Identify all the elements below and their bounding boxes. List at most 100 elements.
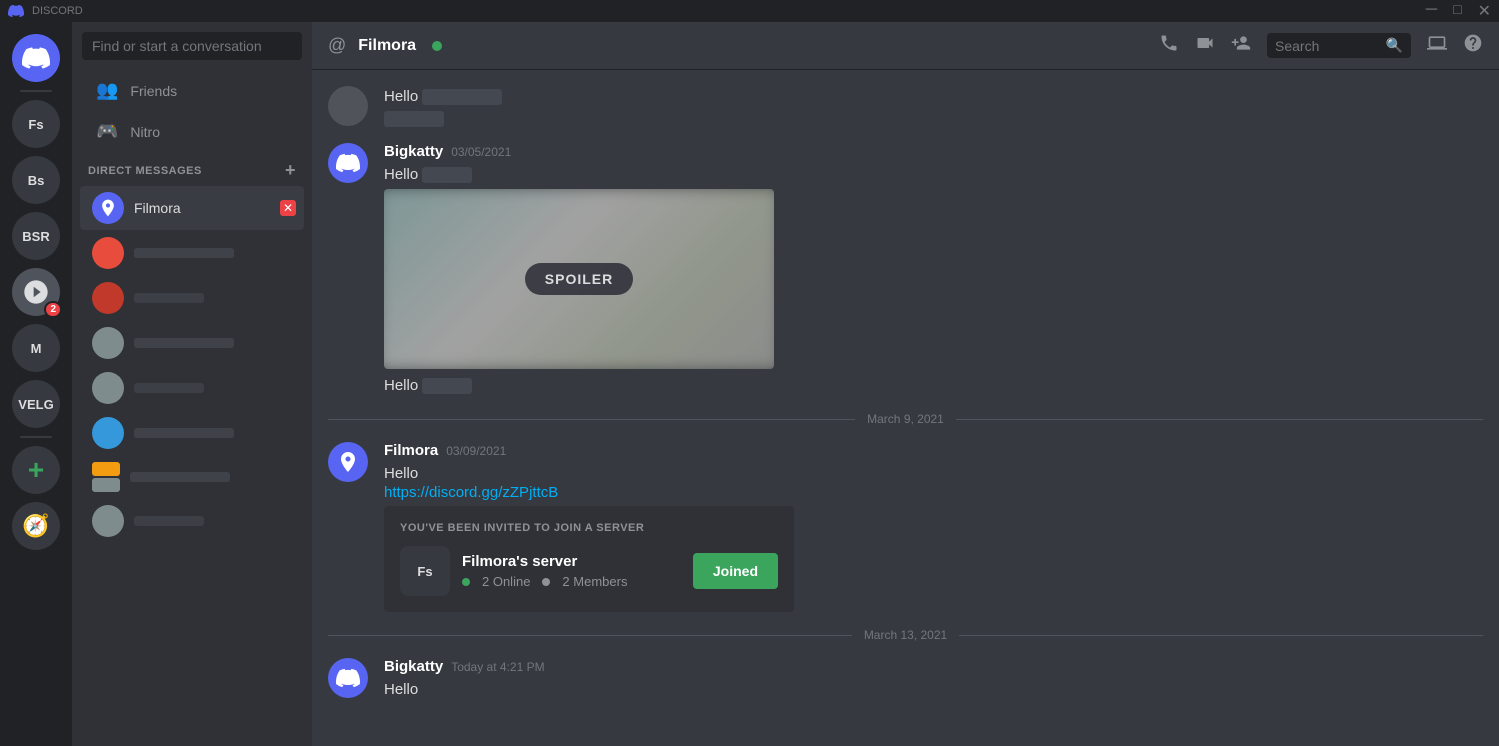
bigkatty-text-2: Hello bbox=[384, 679, 1483, 700]
bigkatty-text-1: Hello bbox=[384, 164, 1483, 185]
bigkatty-message-header-1: Bigkatty 03/05/2021 bbox=[384, 143, 1483, 160]
message-content-blurred: Hello bbox=[384, 86, 1483, 127]
server-divider bbox=[20, 90, 52, 92]
add-friend-icon[interactable] bbox=[1231, 33, 1251, 58]
bigkatty-avatar-1 bbox=[328, 143, 368, 183]
bigkatty-message-content-1: Bigkatty 03/05/2021 Hello SPOILER bbox=[384, 143, 1483, 396]
filmora-message-avatar bbox=[328, 442, 368, 482]
dm-name-blurred-2 bbox=[134, 248, 234, 258]
bigkatty-extra-text: Hello bbox=[384, 375, 1483, 396]
chat-search-input[interactable] bbox=[1275, 38, 1380, 54]
add-server-btn[interactable]: + bbox=[12, 446, 60, 494]
spoiler-reveal-btn[interactable]: SPOILER bbox=[525, 263, 633, 295]
friends-label: Friends bbox=[130, 83, 177, 99]
dm-item-6[interactable] bbox=[80, 411, 304, 455]
server-icon-bs[interactable]: Bs bbox=[12, 156, 60, 204]
member-indicator bbox=[542, 578, 550, 586]
title-bar: DISCORD ─ □ ✕ bbox=[0, 0, 1499, 22]
filmora-timestamp: 03/09/2021 bbox=[446, 444, 506, 458]
filmora-dm-name: Filmora bbox=[134, 200, 270, 216]
server-icon-server4[interactable]: 2 bbox=[12, 268, 60, 316]
online-status-dot bbox=[432, 41, 442, 51]
explore-servers-btn[interactable]: 🧭 bbox=[12, 502, 60, 550]
message-text-1: Hello bbox=[384, 86, 1483, 107]
filmora-author: Filmora bbox=[384, 442, 438, 459]
friends-nav-item[interactable]: 👥 Friends bbox=[80, 72, 304, 109]
dm-name-blurred-4 bbox=[134, 338, 234, 348]
dm-avatar-2 bbox=[92, 237, 124, 269]
discord-home-btn[interactable] bbox=[12, 34, 60, 82]
search-area bbox=[72, 22, 312, 70]
message-group-bigkatty-2: Bigkatty Today at 4:21 PM Hello bbox=[328, 658, 1483, 700]
maximize-btn[interactable]: □ bbox=[1453, 1, 1461, 21]
dm-name-blurred-5 bbox=[134, 383, 204, 393]
dm-item-4[interactable] bbox=[80, 321, 304, 365]
invite-card: YOU'VE BEEN INVITED TO JOIN A SERVER Fs … bbox=[384, 506, 794, 612]
filmora-message-content: Filmora 03/09/2021 Hello https://discord… bbox=[384, 442, 1483, 612]
dm-avatar-4 bbox=[92, 327, 124, 359]
avatar-blurred bbox=[328, 86, 368, 126]
server-divider-2 bbox=[20, 436, 52, 438]
server-icon-fs[interactable]: Fs bbox=[12, 100, 60, 148]
dm-name-blurred-7 bbox=[130, 472, 230, 482]
nitro-nav-item[interactable]: 🎮 Nitro bbox=[80, 113, 304, 150]
video-icon[interactable] bbox=[1195, 33, 1215, 58]
spoiler-image[interactable]: SPOILER bbox=[384, 189, 774, 369]
minimize-btn[interactable]: ─ bbox=[1426, 1, 1437, 21]
blurred-lines bbox=[384, 111, 1483, 127]
bigkatty-timestamp-1: 03/05/2021 bbox=[451, 145, 511, 159]
dm-item-2[interactable] bbox=[80, 231, 304, 275]
dm-avatar-3 bbox=[92, 282, 124, 314]
blurred-text-1 bbox=[422, 89, 502, 105]
blurred-extra bbox=[422, 378, 472, 394]
member-count: 2 Members bbox=[562, 574, 627, 589]
date-divider-march9: March 9, 2021 bbox=[328, 412, 1483, 426]
chat-area: @ Filmora 🔍 bbox=[312, 22, 1499, 746]
screen-share-icon[interactable] bbox=[1427, 33, 1447, 58]
bigkatty-avatar-2 bbox=[328, 658, 368, 698]
search-icon: 🔍 bbox=[1386, 37, 1403, 54]
search-box: 🔍 bbox=[1267, 33, 1411, 58]
app-title: DISCORD bbox=[32, 5, 83, 17]
chat-header: @ Filmora 🔍 bbox=[312, 22, 1499, 70]
phone-icon[interactable] bbox=[1159, 33, 1179, 58]
server-icon-m[interactable]: M bbox=[12, 324, 60, 372]
dm-avatar-6 bbox=[92, 417, 124, 449]
nitro-icon: 🎮 bbox=[96, 121, 118, 142]
window-controls: ─ □ ✕ bbox=[1426, 1, 1491, 21]
dm-name-blurred-3 bbox=[134, 293, 204, 303]
dm-add-btn[interactable]: + bbox=[285, 160, 296, 181]
invite-server-meta: 2 Online 2 Members bbox=[462, 574, 681, 589]
nitro-label: Nitro bbox=[130, 124, 160, 140]
dm-item-3[interactable] bbox=[80, 276, 304, 320]
online-indicator bbox=[462, 578, 470, 586]
dm-name-blurred-8 bbox=[134, 516, 204, 526]
invite-link[interactable]: https://discord.gg/zZPjttcB bbox=[384, 484, 558, 501]
close-btn[interactable]: ✕ bbox=[1478, 1, 1491, 21]
server-icon-bsr[interactable]: BSR bbox=[12, 212, 60, 260]
dm-section-header: DIRECT MESSAGES + bbox=[72, 152, 312, 185]
chat-title: Filmora bbox=[358, 37, 416, 55]
message-group-bigkatty-1: Bigkatty 03/05/2021 Hello SPOILER bbox=[328, 143, 1483, 396]
server-icon-velg[interactable]: VELG bbox=[12, 380, 60, 428]
invite-server-icon: Fs bbox=[400, 546, 450, 596]
dm-sidebar: 👥 Friends 🎮 Nitro DIRECT MESSAGES + Film… bbox=[72, 22, 312, 746]
dm-close-filmora[interactable]: ✕ bbox=[280, 200, 296, 216]
bigkatty-message-content-2: Bigkatty Today at 4:21 PM Hello bbox=[384, 658, 1483, 700]
notification-badge: 2 bbox=[44, 301, 62, 318]
dm-item-5[interactable] bbox=[80, 366, 304, 410]
invite-card-title: YOU'VE BEEN INVITED TO JOIN A SERVER bbox=[400, 522, 778, 534]
bigkatty-author-1: Bigkatty bbox=[384, 143, 443, 160]
message-group-filmora: Filmora 03/09/2021 Hello https://discord… bbox=[328, 442, 1483, 612]
search-input[interactable] bbox=[82, 32, 302, 60]
help-icon[interactable] bbox=[1463, 33, 1483, 58]
dm-avatar-5 bbox=[92, 372, 124, 404]
bigkatty-timestamp-2: Today at 4:21 PM bbox=[451, 660, 544, 674]
header-actions: 🔍 bbox=[1159, 33, 1483, 58]
filmora-avatar bbox=[92, 192, 124, 224]
dm-item-filmora[interactable]: Filmora ✕ bbox=[80, 186, 304, 230]
online-count: 2 Online bbox=[482, 574, 530, 589]
dm-item-8[interactable] bbox=[80, 499, 304, 543]
dm-item-7[interactable] bbox=[80, 456, 304, 498]
join-server-btn[interactable]: Joined bbox=[693, 553, 778, 589]
